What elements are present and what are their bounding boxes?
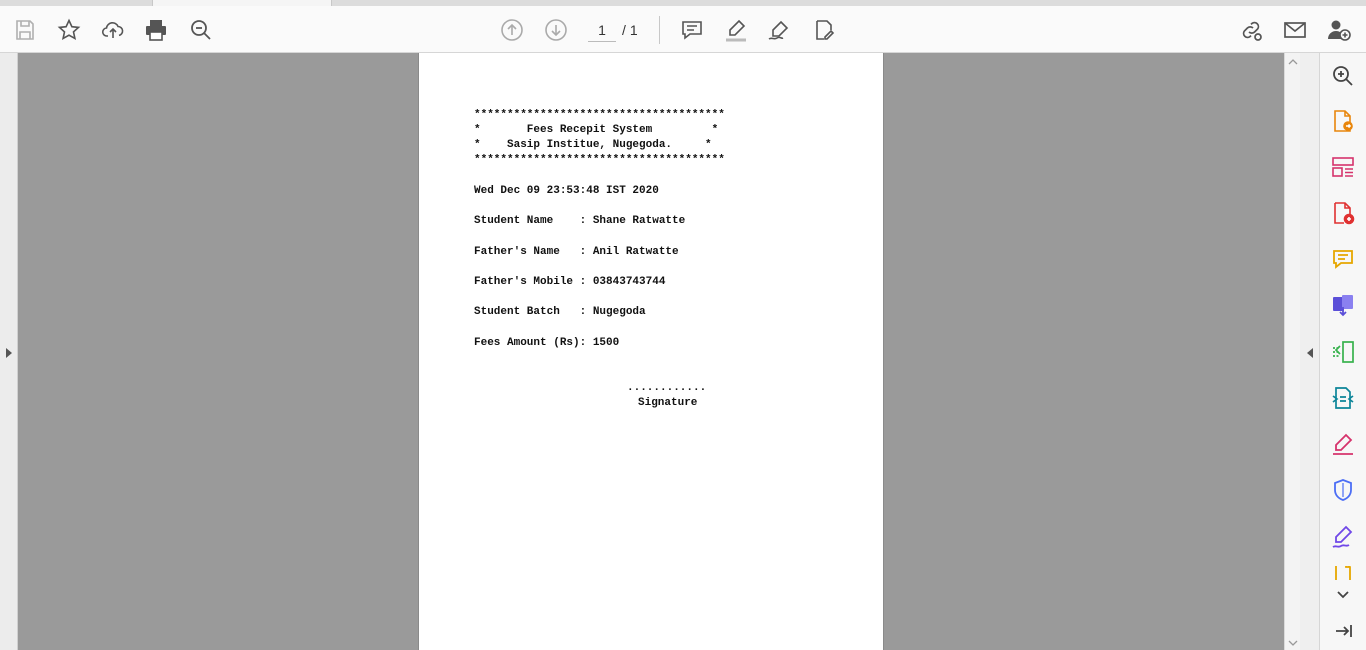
receipt-border-top: ************************************** [474,109,725,121]
collapse-right-pane-button[interactable] [1305,346,1315,360]
collapse-pane-icon [1336,625,1352,637]
left-nav-pane [0,53,18,650]
upload-button[interactable] [97,14,129,46]
protect-tool[interactable] [1330,477,1356,503]
previous-page-button[interactable] [496,14,528,46]
export-pdf-icon [1334,110,1353,132]
main-toolbar: / 1 [0,6,1366,53]
print-button[interactable] [140,14,172,46]
more-tools-icon [1335,566,1351,580]
save-button[interactable] [9,14,41,46]
chevron-up-icon [1288,59,1298,65]
email-icon [1284,22,1306,38]
chevron-down-icon [1337,591,1349,599]
upload-cloud-icon [101,22,124,38]
pdf-page: ************************************** *… [418,53,884,650]
student-name-line: Student Name : Shane Ratwatte [474,215,686,227]
father-mobile-line: Father's Mobile : 03843743744 [474,276,666,288]
combine-files-tool[interactable] [1330,292,1356,318]
receipt-border-bottom: ************************************** [474,154,725,166]
scan-ocr-icon [1332,387,1354,409]
zoom-in-icon [1333,66,1353,86]
page-number-input[interactable] [588,18,616,42]
request-signature-icon [1332,525,1353,548]
fees-amount-line: Fees Amount (Rs): 1500 [474,337,620,349]
email-button[interactable] [1279,14,1311,46]
page-down-icon [545,19,567,41]
expand-left-pane-button[interactable] [4,346,14,360]
comment-icon [682,21,702,40]
comment-tool[interactable] [1330,246,1356,272]
chevron-down-icon [1288,640,1298,646]
document-area: ************************************** *… [18,53,1284,650]
tools-pane [1320,53,1366,650]
scroll-up-arrow[interactable] [1288,57,1298,67]
scroll-down-arrow[interactable] [1288,638,1298,648]
caret-left-icon [1307,348,1313,358]
student-batch-line: Student Batch : Nugegoda [474,306,646,318]
zoom-in-tool[interactable] [1330,63,1356,89]
next-page-button[interactable] [540,14,572,46]
father-name-line: Father's Name : Anil Ratwatte [474,246,679,258]
toolbar-divider [659,16,660,44]
scroll-tools-down-button[interactable] [1330,581,1356,607]
comment-button[interactable] [676,14,708,46]
page-total: 1 [629,22,638,38]
highlight-button[interactable] [720,14,752,46]
share-link-icon [1242,21,1262,41]
add-user-button[interactable] [1323,14,1355,46]
create-pdf-tool[interactable] [1330,200,1356,226]
add-user-icon [1328,20,1351,41]
edit-pdf-icon [816,20,835,40]
zoom-out-icon [191,20,211,40]
draw-button[interactable] [763,14,795,46]
create-pdf-icon [1334,202,1355,225]
star-icon [57,18,81,41]
highlight-icon [726,19,746,42]
receipt-title: * Fees Recepit System * [474,124,719,136]
page-navigation: / 1 [588,18,638,42]
organize-pages-icon [1332,157,1354,177]
collapse-tools-button[interactable] [1330,618,1356,644]
signature-label: Signature [638,397,698,409]
bookmark-button[interactable] [53,14,85,46]
page-separator: / [622,22,626,38]
compress-pdf-icon [1333,341,1354,363]
signature-line: ............ [627,382,707,394]
save-icon [16,20,34,40]
print-icon [146,20,166,41]
edit-pdf-button[interactable] [808,14,840,46]
vertical-scrollbar[interactable] [1284,53,1300,650]
scan-ocr-tool[interactable] [1330,385,1356,411]
receipt-date: Wed Dec 09 23:53:48 IST 2020 [474,185,659,197]
draw-icon [768,20,789,40]
combine-files-icon [1333,295,1353,317]
organize-pages-tool[interactable] [1330,154,1356,180]
page-up-icon [501,19,523,41]
more-tools-tool[interactable] [1330,566,1356,580]
caret-right-icon [6,348,12,358]
export-pdf-tool[interactable] [1330,108,1356,134]
pdf-viewer-window: / 1 **************** [0,0,1366,650]
fill-sign-icon [1333,433,1353,455]
receipt-institute: * Sasip Institue, Nugegoda. * [474,139,712,151]
comment-tool-icon [1333,250,1353,269]
zoom-out-button[interactable] [185,14,217,46]
protect-icon [1334,479,1352,501]
compress-pdf-tool[interactable] [1330,339,1356,365]
right-pane-collapse-strip [1300,53,1320,650]
request-signature-tool[interactable] [1330,524,1356,550]
fill-sign-tool[interactable] [1330,431,1356,457]
share-link-button[interactable] [1235,14,1267,46]
